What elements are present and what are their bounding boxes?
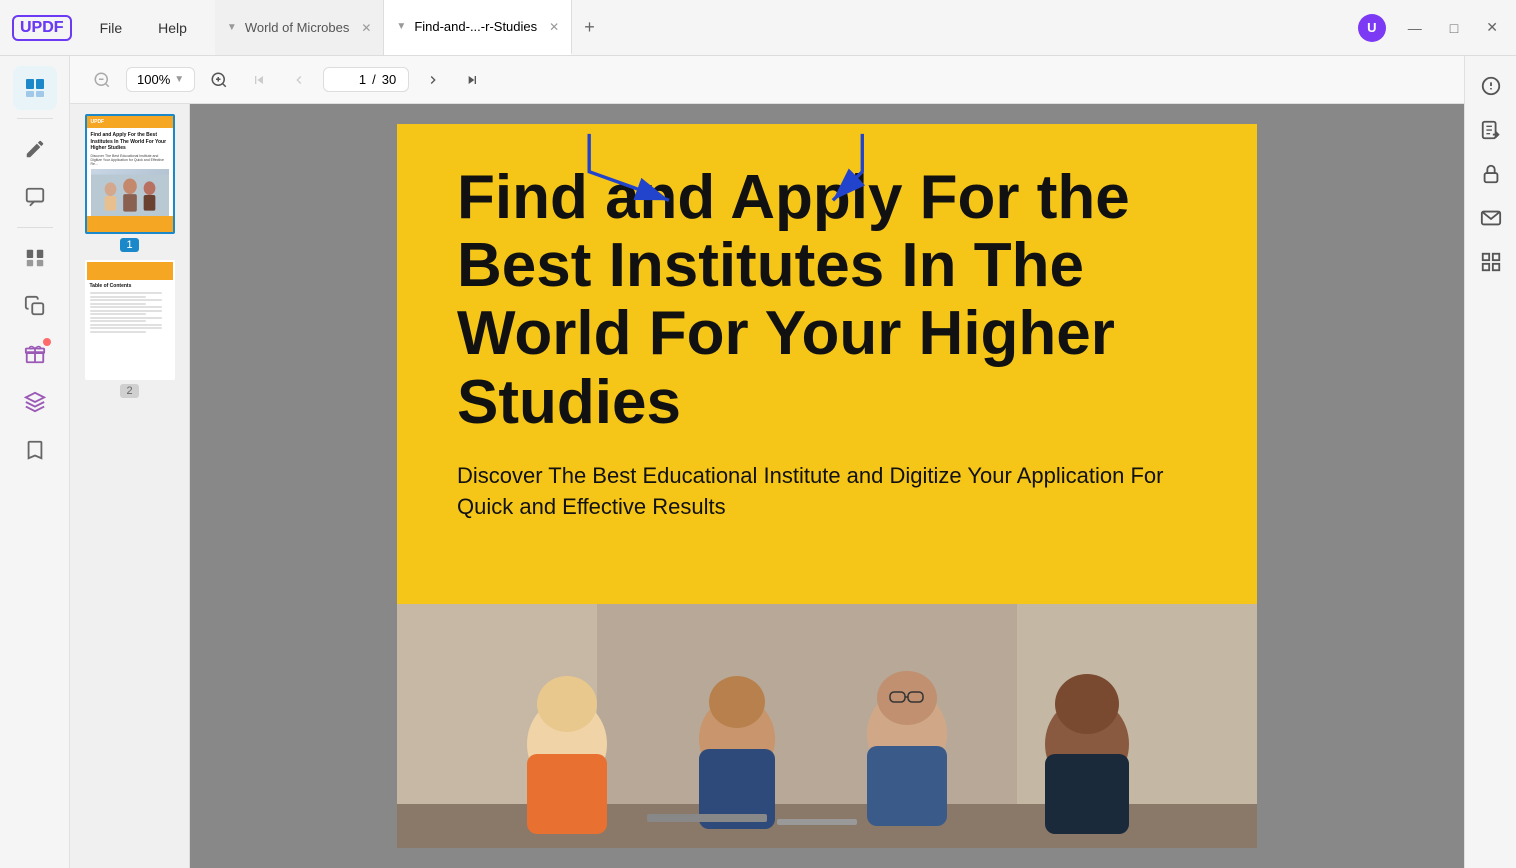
tab-find-and-studies[interactable]: ▼ Find-and-...-r-Studies ✕ — [384, 0, 572, 55]
toc-line-7 — [90, 313, 146, 315]
thumb-number-1: 1 — [120, 238, 138, 252]
properties-icon[interactable] — [1471, 66, 1511, 106]
app-logo: UPDF — [12, 15, 72, 41]
toc-line-8 — [90, 317, 162, 319]
sidebar-bookmark-icon[interactable] — [13, 428, 57, 472]
toc-line-1 — [90, 292, 162, 294]
page-image-svg — [397, 604, 1257, 848]
nav-last-button[interactable] — [457, 64, 489, 96]
security-icon[interactable] — [1471, 154, 1511, 194]
zoom-out-button[interactable] — [86, 64, 118, 96]
page-main-title: Find and Apply For the Best Institutes I… — [457, 164, 1197, 437]
thumb-page1-content: UPDF Find and Apply For the Best Institu… — [87, 116, 173, 232]
nav-next-button[interactable] — [417, 64, 449, 96]
sidebar-reader-icon[interactable] — [13, 66, 57, 110]
right-sidebar — [1464, 56, 1516, 868]
pdf-page: Find and Apply For the Best Institutes I… — [397, 124, 1257, 848]
toc-line-2 — [90, 296, 146, 298]
title-bar: UPDF File Help ▼ World of Microbes ✕ ▼ F… — [0, 0, 1516, 56]
thumb-page2-content: Table of Contents — [87, 262, 173, 378]
thumbnail-page-2[interactable]: Table of Contents — [85, 260, 175, 398]
page-image-area — [397, 604, 1257, 848]
user-avatar[interactable]: U — [1358, 14, 1386, 42]
sidebar-organize-icon[interactable] — [13, 236, 57, 280]
tab-world-of-microbes[interactable]: ▼ World of Microbes ✕ — [215, 0, 384, 55]
tab2-arrow: ▼ — [396, 21, 406, 32]
zoom-level-display[interactable]: 100% ▼ — [126, 67, 195, 92]
toc-line-9 — [90, 320, 146, 322]
maximize-button[interactable]: □ — [1444, 18, 1464, 38]
add-tab-button[interactable]: + — [572, 17, 607, 38]
thumbnail-panel: UPDF Find and Apply For the Best Institu… — [70, 104, 190, 868]
tab1-label: World of Microbes — [245, 20, 350, 35]
thumb-bottom-bar — [87, 216, 173, 232]
menu-bar: File Help — [92, 16, 195, 40]
content-wrapper: 100% ▼ — [70, 56, 1464, 868]
thumb-number-2: 2 — [120, 384, 138, 398]
menu-file[interactable]: File — [92, 16, 131, 40]
thumb-img-2: Table of Contents — [85, 260, 175, 380]
page-current-input[interactable] — [336, 72, 366, 87]
nav-first-button[interactable] — [243, 64, 275, 96]
page-separator: / — [372, 72, 376, 87]
logo-text: UPDF — [12, 15, 72, 41]
share-email-icon[interactable] — [1471, 198, 1511, 238]
thumb-subtitle: Discover The Best Educational Institute … — [91, 154, 169, 166]
sidebar-copy-icon[interactable] — [13, 284, 57, 328]
panel-row: UPDF Find and Apply For the Best Institu… — [70, 104, 1464, 868]
window-controls: U — □ ✕ — [1358, 14, 1504, 42]
zoom-value: 100% — [137, 72, 170, 87]
toc-line-12 — [90, 331, 146, 333]
zoom-dropdown-icon: ▼ — [174, 74, 184, 85]
thumb-img-1: UPDF Find and Apply For the Best Institu… — [85, 114, 175, 234]
page-yellow-section: Find and Apply For the Best Institutes I… — [397, 124, 1257, 604]
main-layout: 100% ▼ — [0, 56, 1516, 868]
pdf-view[interactable]: Find and Apply For the Best Institutes I… — [190, 104, 1464, 868]
left-sidebar — [0, 56, 70, 868]
sidebar-divider-2 — [17, 227, 53, 228]
tabs-bar: ▼ World of Microbes ✕ ▼ Find-and-...-r-S… — [215, 0, 1358, 55]
ocr-icon[interactable] — [1471, 242, 1511, 282]
tab1-close[interactable]: ✕ — [361, 21, 371, 35]
thumb-page2-header — [87, 262, 173, 280]
close-button[interactable]: ✕ — [1480, 17, 1504, 38]
sidebar-comment-icon[interactable] — [13, 175, 57, 219]
toc-line-3 — [90, 299, 162, 301]
thumb-toc-title: Table of Contents — [90, 283, 170, 289]
thumb-page2-body: Table of Contents — [87, 280, 173, 337]
toc-line-5 — [90, 306, 162, 308]
page-total: 30 — [382, 72, 396, 87]
export-pdf-icon[interactable] — [1471, 110, 1511, 150]
sidebar-divider-1 — [17, 118, 53, 119]
toolbar: 100% ▼ — [70, 56, 1464, 104]
thumb-logo: UPDF — [91, 119, 105, 125]
toc-line-11 — [90, 327, 162, 329]
gift-badge — [43, 338, 51, 346]
minimize-button[interactable]: — — [1402, 18, 1428, 38]
thumb-title: Find and Apply For the Best Institutes I… — [91, 132, 169, 152]
zoom-in-button[interactable] — [203, 64, 235, 96]
thumbnail-page-1[interactable]: UPDF Find and Apply For the Best Institu… — [85, 114, 175, 252]
page-input-group: / 30 — [323, 67, 409, 92]
sidebar-edit-icon[interactable] — [13, 127, 57, 171]
tab2-close[interactable]: ✕ — [549, 20, 559, 34]
toc-line-4 — [90, 303, 146, 305]
toc-line-6 — [90, 310, 162, 312]
menu-help[interactable]: Help — [150, 16, 195, 40]
sidebar-layers-icon[interactable] — [13, 380, 57, 424]
tab1-arrow: ▼ — [227, 22, 237, 33]
nav-prev-button[interactable] — [283, 64, 315, 96]
thumb-page1-header: UPDF — [87, 116, 173, 128]
sidebar-gift-icon[interactable] — [13, 332, 57, 376]
thumb-page1-body: Find and Apply For the Best Institutes I… — [87, 128, 173, 228]
tab2-label: Find-and-...-r-Studies — [414, 19, 537, 34]
page-subtitle: Discover The Best Educational Institute … — [457, 461, 1197, 523]
toc-line-10 — [90, 324, 162, 326]
